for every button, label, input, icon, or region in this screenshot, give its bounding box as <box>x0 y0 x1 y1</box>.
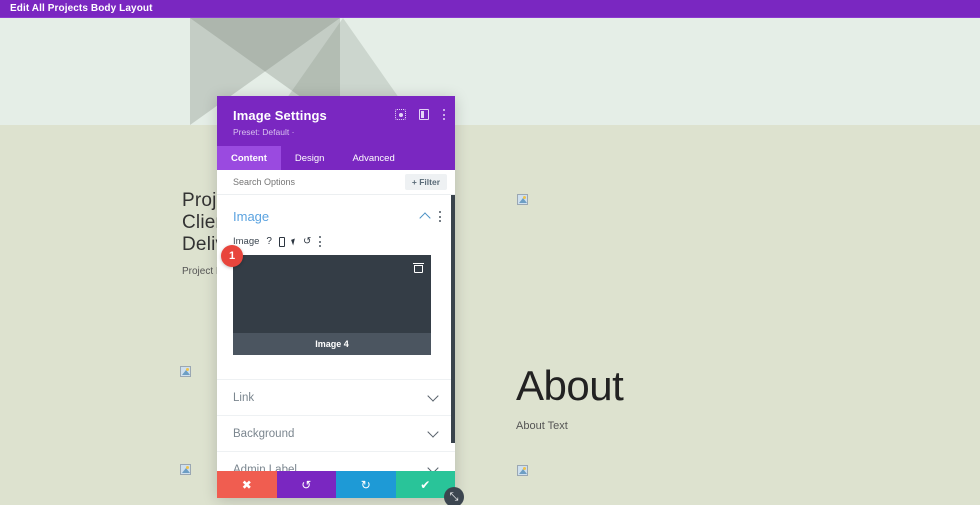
tab-content[interactable]: Content <box>217 146 281 170</box>
responsive-icon[interactable] <box>278 236 285 247</box>
more-options-icon[interactable] <box>442 109 445 120</box>
tab-advanced[interactable]: Advanced <box>338 146 408 170</box>
modal-preset-selector[interactable]: Preset: Default · <box>233 127 443 137</box>
reset-icon[interactable]: ↺ <box>303 236 311 247</box>
broken-image-icon <box>180 366 191 377</box>
admin-top-bar: Edit All Projects Body Layout <box>0 0 980 18</box>
broken-image-icon <box>517 465 528 476</box>
step-badge: 1 <box>221 245 243 267</box>
modal-header-icons <box>395 109 445 120</box>
redo-button[interactable]: ↻ <box>336 471 396 498</box>
resize-handle[interactable]: ⤡ <box>444 487 464 505</box>
chevron-up-icon[interactable] <box>419 212 431 224</box>
image-preview[interactable]: 1 Image 4 <box>221 245 431 355</box>
trash-icon[interactable] <box>413 263 424 273</box>
page-section-top <box>0 18 980 125</box>
scrollbar-thumb[interactable] <box>451 195 455 443</box>
image-section-header[interactable]: Image <box>233 209 441 224</box>
modal-scroll-body: Image Image ? ↺ 1 Image 4 Link Backgroun… <box>217 195 455 471</box>
chevron-down-icon <box>427 461 439 471</box>
tab-design[interactable]: Design <box>281 146 339 170</box>
page-canvas: Projec Client Delive Project I About Abo… <box>0 18 980 505</box>
about-text-block: About About Text <box>516 362 624 432</box>
chevron-down-icon <box>427 425 439 438</box>
image-field-row: Image ? ↺ <box>233 236 441 247</box>
cancel-button[interactable]: ✖ <box>217 471 277 498</box>
about-subtext: About Text <box>516 420 568 432</box>
image-section: Image Image ? ↺ 1 Image 4 <box>217 195 455 355</box>
help-icon[interactable]: ? <box>266 236 272 247</box>
accordion-link-label: Link <box>233 391 255 404</box>
modal-tabs: Content Design Advanced <box>217 146 455 170</box>
accordion-admin-label-label: Admin Label <box>233 463 297 472</box>
hover-cursor-icon[interactable] <box>291 237 297 246</box>
accordion-background[interactable]: Background <box>217 415 455 451</box>
image-caption: Image 4 <box>233 333 431 355</box>
page-section-bottom <box>0 125 980 505</box>
field-options-icon[interactable] <box>318 236 321 247</box>
section-options-icon[interactable] <box>438 211 441 222</box>
undo-button[interactable]: ↺ <box>276 471 336 498</box>
broken-image-icon <box>517 194 528 205</box>
filter-button[interactable]: + Filter <box>404 174 447 190</box>
admin-bar-title: Edit All Projects Body Layout <box>10 3 153 14</box>
accordion-background-label: Background <box>233 427 295 440</box>
accordion-admin-label[interactable]: Admin Label <box>217 451 455 471</box>
expand-icon[interactable] <box>395 109 406 120</box>
search-input[interactable] <box>233 177 383 187</box>
modal-action-bar: ✖ ↺ ↻ ✔ <box>217 471 455 498</box>
modal-header: Image Settings Preset: Default · <box>217 96 455 146</box>
search-options-row: + Filter <box>217 170 455 195</box>
image-settings-modal: Image Settings Preset: Default · Content… <box>217 96 464 505</box>
image-section-title: Image <box>233 209 270 224</box>
broken-image-icon <box>180 464 191 475</box>
accordion-link[interactable]: Link <box>217 379 455 415</box>
about-heading: About <box>516 362 624 409</box>
modal-scrollbar[interactable] <box>451 195 455 471</box>
split-view-icon[interactable] <box>419 109 429 120</box>
chevron-down-icon <box>427 389 439 402</box>
